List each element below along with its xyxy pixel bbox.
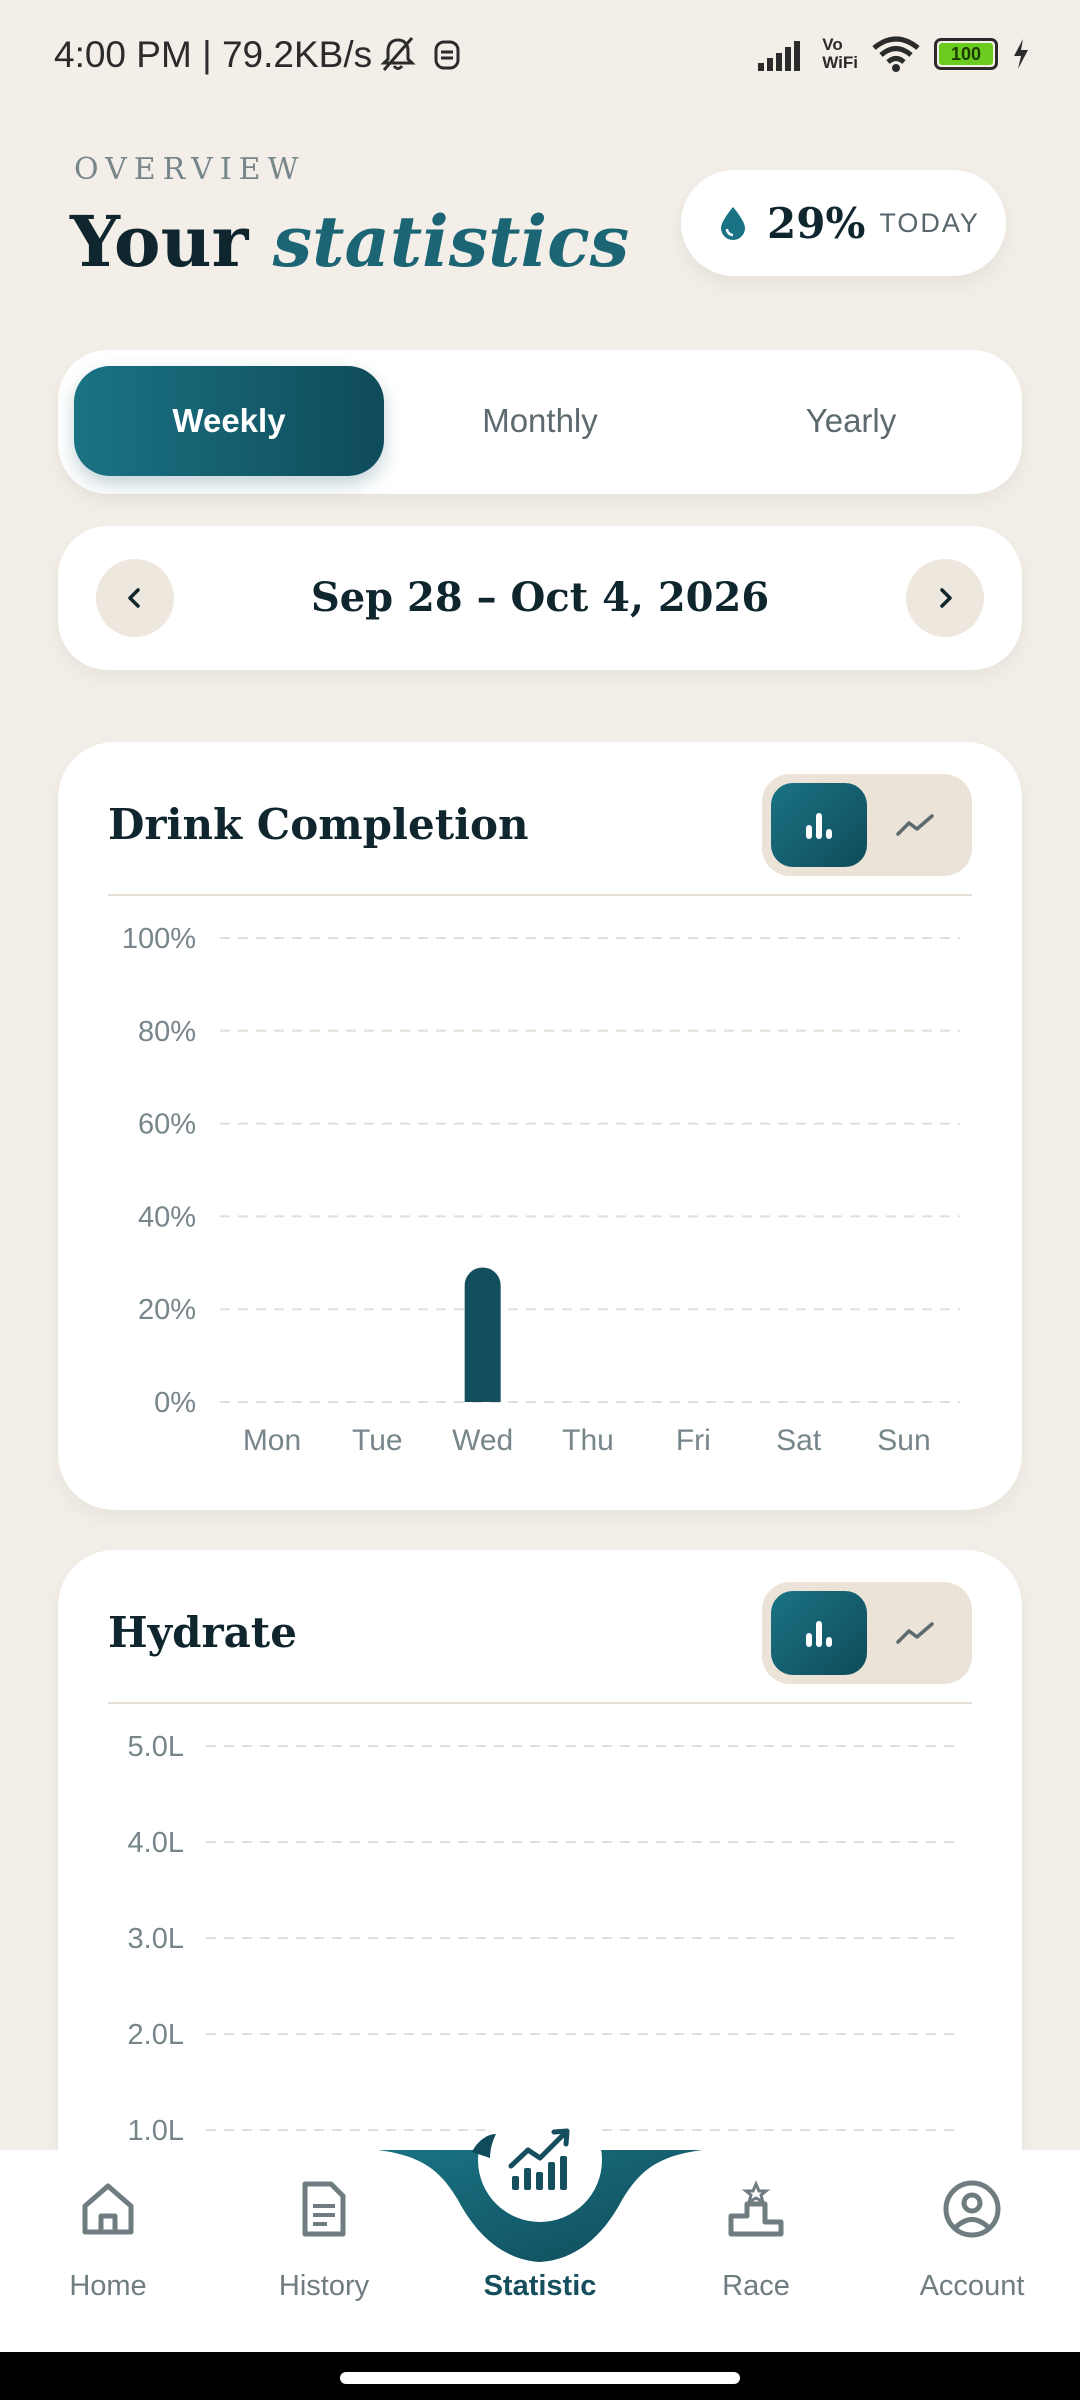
- x-tick-label: Wed: [452, 1424, 513, 1457]
- tab-weekly[interactable]: Weekly: [74, 366, 384, 476]
- battery-level: 100: [939, 43, 993, 65]
- period-tabs: Weekly Monthly Yearly: [58, 350, 1022, 494]
- y-tick-label: 40%: [138, 1201, 196, 1233]
- water-drop-icon: [721, 207, 745, 240]
- x-tick-label: Sat: [776, 1424, 822, 1457]
- title-plain: Your: [70, 200, 249, 283]
- battery-indicator: 100: [934, 38, 998, 70]
- y-tick-label: 60%: [138, 1109, 196, 1141]
- title-italic: statistics: [272, 200, 630, 283]
- nav-account[interactable]: Account: [887, 2178, 1057, 2303]
- x-tick-label: Mon: [243, 1424, 301, 1457]
- y-tick-label: 0%: [154, 1387, 196, 1419]
- robot-icon: [434, 40, 460, 70]
- page-title: Your statistics: [70, 200, 629, 283]
- x-tick-label: Sun: [877, 1424, 930, 1457]
- y-tick-label: 20%: [138, 1294, 196, 1326]
- tab-yearly[interactable]: Yearly: [696, 366, 1006, 476]
- x-tick-label: Thu: [562, 1424, 614, 1457]
- nav-history-label: History: [278, 2270, 370, 2302]
- next-week-button[interactable]: [906, 559, 984, 637]
- y-tick-label: 100%: [122, 923, 196, 955]
- y-tick-label: 5.0L: [128, 1731, 184, 1763]
- wifi-icon: [872, 36, 920, 72]
- bar-wed: [464, 1267, 501, 1402]
- x-tick-label: Fri: [676, 1424, 711, 1457]
- nav-statistic-label: Statistic: [483, 2270, 597, 2302]
- nav-home-label: Home: [69, 2270, 147, 2302]
- document-icon: [302, 2181, 346, 2237]
- user-circle-icon: [943, 2180, 1001, 2238]
- y-tick-label: 80%: [138, 1016, 196, 1048]
- home-indicator[interactable]: [340, 2372, 740, 2384]
- signal-icon: [758, 41, 801, 71]
- y-tick-label: 2.0L: [128, 2019, 184, 2051]
- date-range: Sep 28 – Oct 4, 2026: [310, 574, 770, 621]
- bell-off-icon: [380, 37, 416, 71]
- hydrate-card: Hydrate 1.0L 2.0L 3.0L 4.0L 5.0L: [58, 1550, 1022, 2200]
- date-navigator: Sep 28 – Oct 4, 2026: [58, 526, 1022, 670]
- chevron-right-icon: [940, 588, 952, 608]
- nav-race-label: Race: [722, 2270, 790, 2302]
- status-bar: 4:00 PM | 79.2KB/s Vo WiFi 100: [0, 0, 1080, 118]
- x-tick-label: Tue: [352, 1424, 403, 1457]
- status-time-speed: 4:00 PM | 79.2KB/s: [54, 34, 373, 75]
- nav-home[interactable]: Home: [23, 2178, 193, 2303]
- overview-label: OVERVIEW: [74, 152, 306, 187]
- charging-bolt-icon: [1014, 39, 1028, 69]
- podium-icon: [728, 2180, 784, 2237]
- status-right-cluster: Vo WiFi 100: [758, 36, 1030, 72]
- y-tick-label: 3.0L: [128, 1923, 184, 1955]
- drink-completion-chart: 0% 20% 40% 60% 80% 100% Mon Tue Wed Thu Fri Sat Sun: [122, 923, 960, 1457]
- statistic-active-wave[interactable]: [378, 2110, 702, 2270]
- hydrate-chart: 1.0L 2.0L 3.0L 4.0L 5.0L: [128, 1731, 960, 2147]
- today-progress-pill: 29% TODAY: [681, 170, 1006, 276]
- vowifi-label: Vo WiFi: [822, 35, 858, 72]
- tab-monthly[interactable]: Monthly: [385, 366, 695, 476]
- y-tick-label: 1.0L: [128, 2115, 184, 2147]
- today-percent: 29%: [767, 198, 866, 248]
- today-label: TODAY: [879, 207, 980, 238]
- home-icon: [82, 2183, 134, 2235]
- drink-completion-card: Drink Completion 0% 20% 40% 60% 80% 100% Mon Tu…: [58, 742, 1022, 1510]
- y-tick-label: 4.0L: [128, 1827, 184, 1859]
- nav-account-label: Account: [919, 2270, 1025, 2302]
